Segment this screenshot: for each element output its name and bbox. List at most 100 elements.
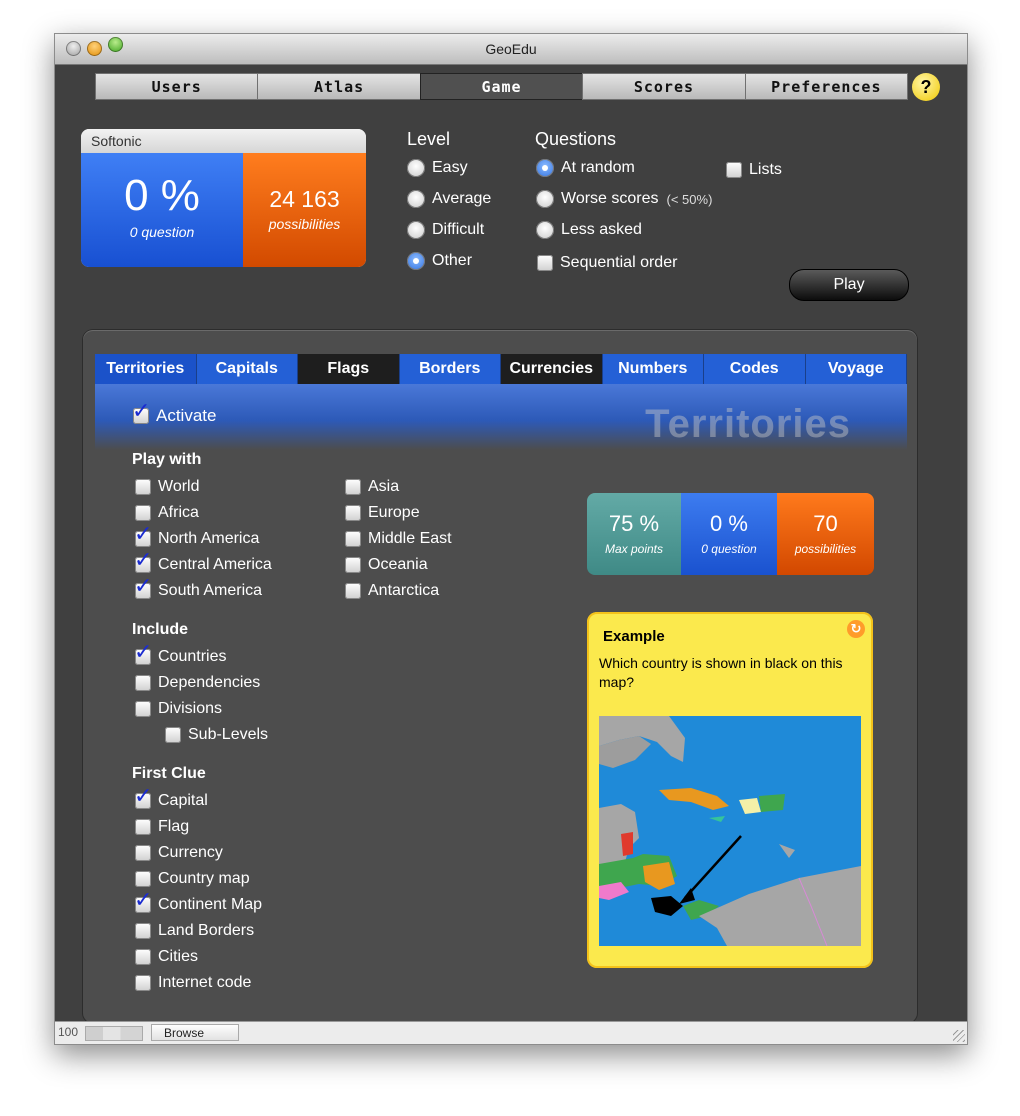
region-label: Antarctica [368,582,440,599]
checkbox-icon [135,871,151,887]
region-world-checkbox[interactable]: World [135,478,200,496]
territories-banner: Activate Territories [95,384,907,450]
activate-checkbox[interactable]: Activate [132,399,217,426]
checkbox-checked-icon [134,784,152,809]
example-card: ↻ Example Which country is shown in blac… [587,612,873,968]
help-button[interactable]: ? [912,73,940,101]
clue-cities-checkbox[interactable]: Cities [135,948,198,966]
tab-borders[interactable]: Borders [399,354,501,384]
region-oceania-checkbox[interactable]: Oceania [345,556,428,574]
questions-random[interactable]: At random [536,159,635,177]
tab-codes[interactable]: Codes [704,354,806,384]
region-central-america-checkbox[interactable]: Central America [134,548,272,574]
clue-continent-map-checkbox[interactable]: Continent Map [134,888,263,914]
level-header: Level [407,129,451,149]
sequential-order-checkbox[interactable]: Sequential order [537,254,677,272]
checkbox-icon [165,727,181,743]
category-possibilities-tile: 70 possibilities [777,493,874,575]
clue-label: Currency [158,844,223,861]
status-bar: 100 Browse [55,1021,967,1044]
questions-less-label: Less asked [561,221,642,238]
tab-preferences[interactable]: Preferences [744,73,909,100]
tab-game[interactable]: Game [419,73,584,100]
region-antarctica-checkbox[interactable]: Antarctica [345,582,439,600]
level-average[interactable]: Average [407,190,491,208]
checkbox-icon [135,923,151,939]
level-other[interactable]: Other [407,252,472,270]
lists-checkbox[interactable]: Lists [726,161,782,179]
tab-currencies[interactable]: Currencies [501,354,603,384]
tab-users[interactable]: Users [95,73,259,100]
tab-territories[interactable]: Territories [95,354,197,384]
checkbox-icon [135,819,151,835]
zoom-level[interactable]: 100 [58,1025,78,1039]
clue-flag-checkbox[interactable]: Flag [135,818,189,836]
clue-label: Continent Map [158,896,263,913]
checkbox-icon [135,845,151,861]
region-south-america-checkbox[interactable]: South America [134,574,262,600]
lists-label: Lists [749,161,782,178]
checkbox-checked-icon [134,888,152,913]
level-easy[interactable]: Easy [407,159,468,177]
clue-currency-checkbox[interactable]: Currency [135,844,223,862]
region-north-america-checkbox[interactable]: North America [134,522,259,548]
region-label: Oceania [368,556,428,573]
questions-less-asked[interactable]: Less asked [536,221,642,239]
clue-label: Country map [158,870,250,887]
include-label: Divisions [158,700,223,717]
include-label: Dependencies [158,674,261,691]
radio-icon [536,190,554,208]
clue-country-map-checkbox[interactable]: Country map [135,870,250,888]
include-label: Sub-Levels [188,726,269,743]
tab-capitals[interactable]: Capitals [196,354,298,384]
activate-label: Activate [156,406,217,425]
region-asia-checkbox[interactable]: Asia [345,478,399,496]
checkbox-icon [135,675,151,691]
example-map-image [599,716,861,946]
category-percent-value: 0 % [710,511,748,536]
include-label: Countries [158,648,227,665]
include-sub-levels-checkbox[interactable]: Sub-Levels [165,726,268,744]
category-possibilities-value: 70 [813,511,838,536]
window-title: GeoEdu [485,41,537,57]
tab-numbers[interactable]: Numbers [602,354,704,384]
tab-flags[interactable]: Flags [298,354,400,384]
main-content: Users Atlas Game Scores Preferences ? So… [55,65,967,1023]
worse-scores-note: (< 50%) [666,191,713,207]
checkbox-checked-icon [134,548,152,573]
checkbox-icon [537,255,553,271]
tab-voyage[interactable]: Voyage [805,354,907,384]
play-with-header: Play with [132,451,202,468]
tab-atlas[interactable]: Atlas [257,73,421,100]
questions-worse-scores[interactable]: Worse scores (< 50%) [536,190,712,208]
clue-land-borders-checkbox[interactable]: Land Borders [135,922,254,940]
mode-selector[interactable]: Browse [151,1024,239,1041]
clue-internet-code-checkbox[interactable]: Internet code [135,974,251,992]
category-tab-bar: Territories Capitals Flags Borders Curre… [95,354,907,384]
resize-grip-icon[interactable] [953,1030,965,1042]
radio-selected-icon [536,159,554,177]
clue-capital-checkbox[interactable]: Capital [134,784,208,810]
title-bar: GeoEdu [55,34,967,65]
region-europe-checkbox[interactable]: Europe [345,504,420,522]
refresh-icon[interactable]: ↻ [847,620,865,638]
checkbox-icon [135,701,151,717]
region-middle-east-checkbox[interactable]: Middle East [345,530,452,548]
include-dependencies-checkbox[interactable]: Dependencies [135,674,260,692]
zoom-controls-icon[interactable] [85,1026,143,1041]
category-percent-tile: 0 % 0 question [681,493,777,575]
include-countries-checkbox[interactable]: Countries [134,640,227,666]
region-africa-checkbox[interactable]: Africa [135,504,199,522]
include-divisions-checkbox[interactable]: Divisions [135,700,222,718]
checkbox-icon [135,949,151,965]
possibilities-count: 24 163 [269,186,340,212]
checkbox-icon [345,479,361,495]
radio-icon [407,221,425,239]
checkbox-icon [135,479,151,495]
play-button[interactable]: Play [789,269,909,301]
tab-scores[interactable]: Scores [582,73,746,100]
checkbox-icon [345,583,361,599]
score-percent: 0 % [124,171,200,220]
level-difficult[interactable]: Difficult [407,221,484,239]
stats-title: Softonic [81,129,366,153]
